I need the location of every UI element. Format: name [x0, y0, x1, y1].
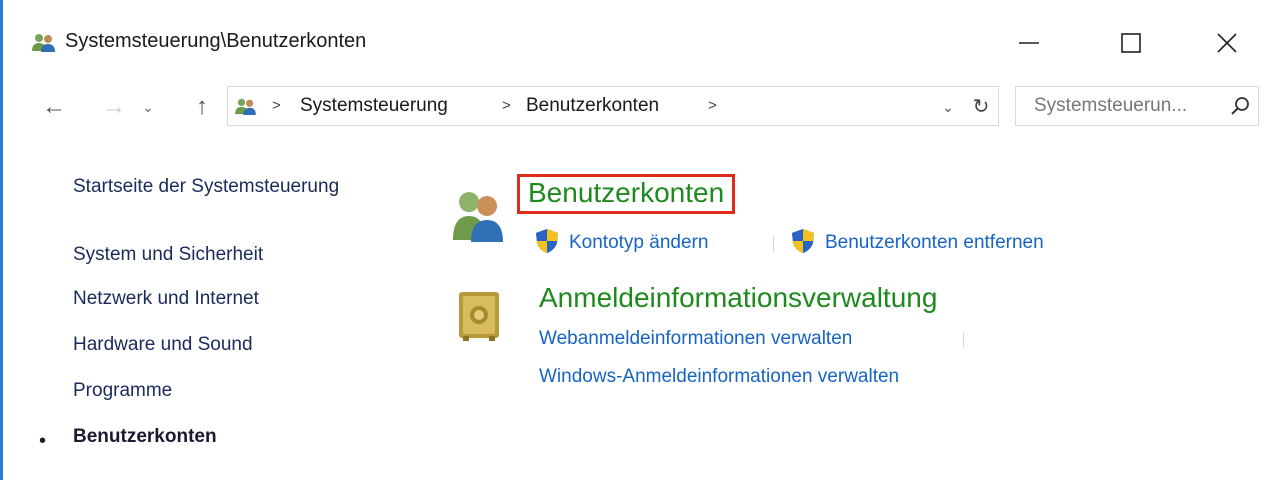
arrow-left-icon: ← — [42, 93, 66, 120]
arrow-up-icon: ↑ — [196, 93, 208, 120]
vault-icon — [459, 292, 499, 341]
category-title-user-accounts[interactable]: Benutzerkonten — [517, 174, 736, 214]
close-button[interactable] — [1191, 14, 1263, 72]
uac-shield-icon — [792, 229, 814, 253]
users-icon — [32, 34, 55, 52]
control-panel-window: Systemsteuerung\Benutzerkonten ← → ⌄ ↑ >… — [0, 0, 1264, 480]
search-input[interactable]: Systemsteuerun... — [1015, 86, 1259, 126]
address-dropdown-button[interactable]: ⌄ — [933, 92, 963, 122]
chevron-right-icon[interactable]: > — [272, 97, 281, 114]
link-change-account-type[interactable]: Kontotyp ändern — [569, 232, 708, 254]
up-button[interactable]: ↑ — [187, 91, 217, 123]
link-manage-web-credentials[interactable]: Webanmeldeinformationen verwalten — [539, 328, 852, 350]
link-manage-windows-credentials[interactable]: Windows-Anmeldeinformationen verwalten — [539, 366, 899, 388]
refresh-button[interactable]: ↻ — [965, 88, 997, 124]
breadcrumb-systemsteuerung[interactable]: Systemsteuerung — [300, 95, 448, 117]
breadcrumb-benutzerkonten[interactable]: Benutzerkonten — [526, 95, 659, 117]
recent-locations-button[interactable]: ⌄ — [133, 91, 163, 123]
refresh-icon: ↻ — [972, 95, 990, 118]
sidebar-item-hardware[interactable]: Hardware und Sound — [73, 334, 253, 356]
sidebar-item-network[interactable]: Netzwerk und Internet — [73, 288, 259, 310]
chevron-right-icon[interactable]: > — [502, 97, 511, 114]
category-title-credential-manager[interactable]: Anmeldeinformationsverwaltung — [539, 282, 937, 314]
users-icon — [453, 192, 503, 242]
link-separator — [963, 332, 964, 348]
sidebar-item-programs[interactable]: Programme — [73, 380, 172, 402]
active-bullet-icon: • — [39, 430, 47, 452]
title-bar: Systemsteuerung\Benutzerkonten — [3, 0, 1264, 88]
sidebar-item-system-security[interactable]: System und Sicherheit — [73, 244, 263, 266]
minimize-button[interactable] — [993, 14, 1065, 72]
link-separator — [773, 236, 774, 252]
minimize-icon — [1019, 42, 1039, 44]
chevron-right-icon[interactable]: > — [708, 97, 717, 114]
users-icon — [235, 98, 256, 115]
maximize-icon — [1121, 33, 1141, 53]
arrow-right-icon: → — [102, 93, 126, 120]
close-icon — [1217, 33, 1237, 53]
search-placeholder: Systemsteuerun... — [1034, 95, 1188, 116]
chevron-down-icon: ⌄ — [942, 98, 954, 115]
sidebar-item-home[interactable]: Startseite der Systemsteuerung — [73, 176, 339, 198]
uac-shield-icon — [536, 229, 558, 253]
search-icon[interactable] — [1230, 96, 1250, 116]
window-title: Systemsteuerung\Benutzerkonten — [65, 30, 367, 52]
chevron-down-icon: ⌄ — [142, 98, 154, 115]
link-remove-user-accounts[interactable]: Benutzerkonten entfernen — [825, 232, 1044, 254]
sidebar-item-user-accounts[interactable]: Benutzerkonten — [73, 426, 217, 448]
back-button[interactable]: ← — [39, 91, 69, 123]
address-bar[interactable]: > Systemsteuerung > Benutzerkonten > — [227, 86, 999, 126]
forward-button[interactable]: → — [99, 91, 129, 123]
maximize-button[interactable] — [1095, 14, 1167, 72]
